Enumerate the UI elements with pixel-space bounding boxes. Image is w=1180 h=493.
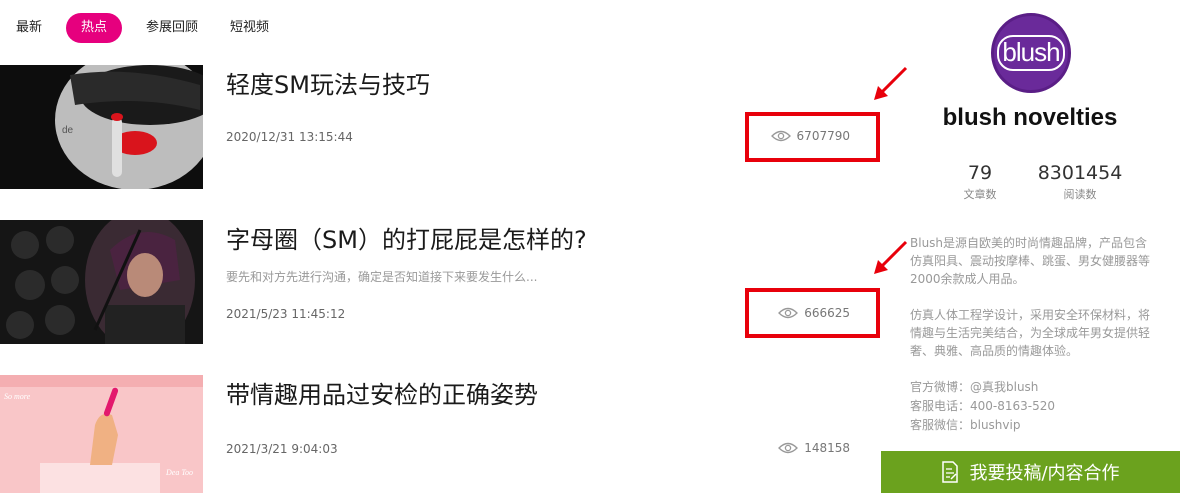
tab-latest[interactable]: 最新 [0, 13, 58, 43]
contact-weibo: 官方微博：@真我blush [910, 380, 1039, 394]
article-item[interactable]: de 轻度SM玩法与技巧 2020/12/31 13:15:44 6707790 [0, 65, 880, 189]
article-date: 2021/3/21 9:04:03 [226, 442, 338, 456]
document-edit-icon [942, 461, 959, 483]
stat-articles-value: 79 [967, 162, 993, 184]
svg-text:de: de [62, 125, 74, 136]
views-count: 148158 [804, 441, 850, 455]
article-title[interactable]: 带情趣用品过安检的正确姿势 [226, 375, 538, 410]
tab-short-video[interactable]: 短视频 [214, 13, 285, 43]
article-title[interactable]: 字母圈（SM）的打屁屁是怎样的? [226, 220, 587, 255]
bio-paragraph: Blush是源自欧美的时尚情趣品牌，产品包含仿真阳具、震动按摩棒、跳蛋、男女健腰… [910, 236, 1151, 286]
contact-info: 官方微博：@真我blush 客服电话：400-8163-520 客服微信：blu… [910, 378, 1055, 435]
article-thumbnail[interactable]: de [0, 65, 203, 189]
article-title[interactable]: 轻度SM玩法与技巧 [226, 65, 430, 100]
bio-paragraph: 仿真人体工程学设计，采用安全环保材料，将情趣与生活完美结合，为全球成年男女提供轻… [910, 308, 1151, 358]
article-date: 2021/5/23 11:45:12 [226, 307, 346, 321]
tab-hot[interactable]: 热点 [66, 13, 123, 43]
article-date: 2020/12/31 13:15:44 [226, 130, 353, 144]
highlight-box [745, 288, 880, 338]
article-item[interactable]: 字母圈（SM）的打屁屁是怎样的? 要先和对方先进行沟通，确定是否知道接下来要发生… [0, 220, 880, 344]
submit-content-label: 我要投稿/内容合作 [969, 463, 1120, 484]
contact-wechat: 客服微信：blushvip [910, 418, 1021, 432]
stat-articles-label: 文章数 [963, 188, 997, 201]
article-views: 148158 [778, 441, 850, 455]
highlight-box [745, 112, 880, 162]
article-thumbnail[interactable]: So more Dea Too [0, 375, 203, 493]
stat-articles: 79 文章数 [950, 162, 1010, 202]
eye-icon [778, 442, 799, 454]
category-tabs: 最新 热点 参展回顾 短视频 [0, 12, 285, 44]
article-item[interactable]: So more Dea Too 带情趣用品过安检的正确姿势 2021/3/21 … [0, 375, 880, 493]
author-sidebar: blush blush novelties 79 文章数 8301454 阅读数… [880, 0, 1180, 493]
stat-reads-label: 阅读数 [1063, 188, 1097, 201]
brand-logo-text: blush [997, 35, 1065, 71]
contact-phone: 客服电话：400-8163-520 [910, 399, 1056, 413]
brand-logo[interactable]: blush [991, 13, 1071, 93]
article-description: 要先和对方先进行沟通，确定是否知道接下来要发生什么... [226, 270, 538, 284]
stat-reads-value: 8301454 [1037, 162, 1123, 184]
stat-reads: 8301454 阅读数 [1030, 162, 1130, 202]
submit-content-button[interactable]: 我要投稿/内容合作 [881, 451, 1180, 493]
brand-name[interactable]: blush novelties [880, 104, 1180, 132]
tab-exhibition-review[interactable]: 参展回顾 [130, 13, 214, 43]
article-thumbnail[interactable] [0, 220, 203, 344]
svg-text:So more: So more [4, 392, 31, 401]
brand-bio: Blush是源自欧美的时尚情趣品牌，产品包含仿真阳具、震动按摩棒、跳蛋、男女健腰… [910, 234, 1150, 378]
svg-text:Dea Too: Dea Too [165, 468, 193, 477]
